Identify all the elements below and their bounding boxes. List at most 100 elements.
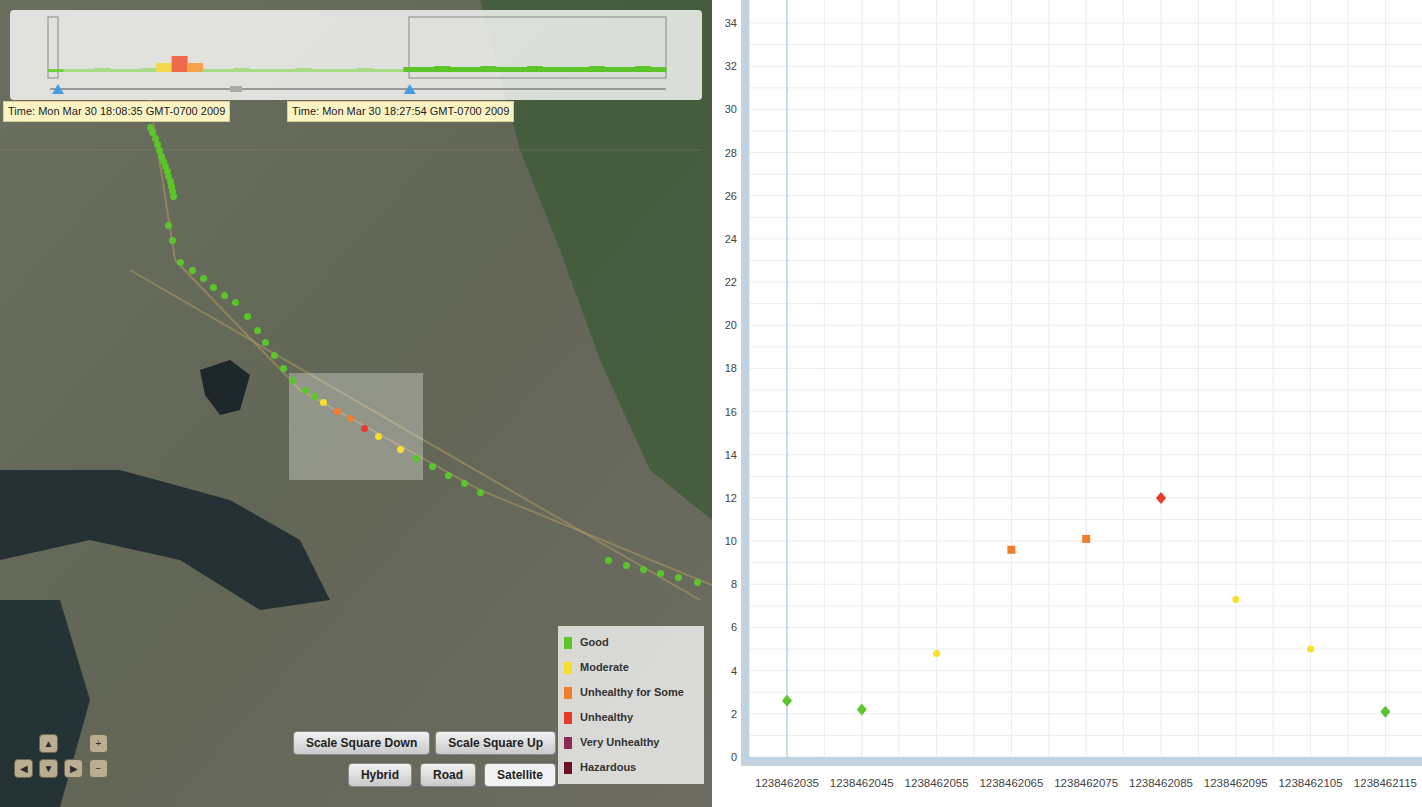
route-point[interactable] xyxy=(397,446,404,453)
route-point[interactable] xyxy=(623,562,630,569)
route-point[interactable] xyxy=(347,415,354,422)
data-point[interactable] xyxy=(1082,535,1090,543)
y-tick: 30 xyxy=(725,103,737,115)
data-point[interactable] xyxy=(782,695,792,707)
route-point[interactable] xyxy=(361,425,368,432)
legend-swatch xyxy=(564,712,572,724)
time-label: Time: Mon Mar 30 18:27:54 GMT-0700 2009 xyxy=(287,101,514,122)
route-point[interactable] xyxy=(334,408,341,415)
route-point[interactable] xyxy=(221,292,228,299)
data-point[interactable] xyxy=(857,704,867,716)
route-point[interactable] xyxy=(170,193,177,200)
pan-right-button[interactable]: ▶ xyxy=(64,759,83,778)
data-point[interactable] xyxy=(1380,706,1390,718)
legend-item: Unhealthy for Some xyxy=(558,680,704,705)
y-tick: 8 xyxy=(731,578,737,590)
x-tick: 1238462105 xyxy=(1279,777,1343,789)
route-point[interactable] xyxy=(177,259,184,266)
route-point[interactable] xyxy=(311,393,318,400)
y-tick: 24 xyxy=(725,233,737,245)
timeline-panel xyxy=(10,10,702,100)
route-point[interactable] xyxy=(640,566,647,573)
y-tick: 22 xyxy=(725,276,737,288)
legend-swatch xyxy=(564,762,572,774)
legend-swatch xyxy=(564,637,572,649)
route-point[interactable] xyxy=(675,574,682,581)
legend-item: Unhealthy xyxy=(558,705,704,730)
legend-item: Hazardous xyxy=(558,755,704,780)
x-tick: 1238462045 xyxy=(830,777,894,789)
route-point[interactable] xyxy=(169,237,176,244)
route-point[interactable] xyxy=(657,570,664,577)
nav-controls: ▲ + ◀ ▼ ▶− xyxy=(14,734,108,778)
map-type-button[interactable]: Road xyxy=(420,763,476,787)
route-point[interactable] xyxy=(445,472,452,479)
map-buttons: Scale Square DownScale Square UpHybridRo… xyxy=(300,731,556,787)
time-label: Time: Mon Mar 30 18:08:35 GMT-0700 2009 xyxy=(3,101,230,122)
route-point[interactable] xyxy=(200,275,207,282)
route-point[interactable] xyxy=(694,579,701,586)
route-point[interactable] xyxy=(605,557,612,564)
data-point[interactable] xyxy=(933,650,940,657)
aqi-chart: 0246810121416182022242628303234123846203… xyxy=(712,0,1422,807)
scale-button[interactable]: Scale Square Down xyxy=(293,731,430,755)
route-point[interactable] xyxy=(210,284,217,291)
route-point[interactable] xyxy=(320,399,327,406)
route-point[interactable] xyxy=(271,352,278,359)
x-tick: 1238462085 xyxy=(1129,777,1193,789)
data-point[interactable] xyxy=(1232,596,1239,603)
y-tick: 28 xyxy=(725,147,737,159)
data-point[interactable] xyxy=(1007,546,1015,554)
route-point[interactable] xyxy=(461,480,468,487)
selection-square[interactable] xyxy=(289,373,423,480)
route-point[interactable] xyxy=(280,365,287,372)
map-type-button[interactable]: Hybrid xyxy=(348,763,412,787)
zoom-out-button[interactable]: − xyxy=(89,759,108,778)
overview-chart xyxy=(10,10,702,100)
y-tick: 26 xyxy=(725,190,737,202)
app: Time: Mon Mar 30 18:08:35 GMT-0700 2009 T… xyxy=(0,0,1422,807)
route-point[interactable] xyxy=(165,222,172,229)
y-tick: 0 xyxy=(731,751,737,763)
scale-button[interactable]: Scale Square Up xyxy=(435,731,556,755)
x-axis xyxy=(741,757,1422,766)
route-point[interactable] xyxy=(477,489,484,496)
route-point[interactable] xyxy=(244,313,251,320)
legend-item: Very Unhealthy xyxy=(558,730,704,755)
y-tick: 20 xyxy=(725,319,737,331)
x-tick: 1238462095 xyxy=(1204,777,1268,789)
zoom-in-button[interactable]: + xyxy=(89,734,108,753)
y-tick: 2 xyxy=(731,708,737,720)
pan-up-button[interactable]: ▲ xyxy=(39,734,58,753)
route-point[interactable] xyxy=(413,455,420,462)
pan-down-button[interactable]: ▼ xyxy=(39,759,58,778)
map-panel[interactable]: Time: Mon Mar 30 18:08:35 GMT-0700 2009 T… xyxy=(0,0,712,807)
y-tick: 10 xyxy=(725,535,737,547)
cursor-line[interactable] xyxy=(787,0,788,757)
y-tick: 12 xyxy=(725,492,737,504)
map-type-button[interactable]: Satellite xyxy=(484,763,556,787)
x-tick: 1238462075 xyxy=(1054,777,1118,789)
legend-swatch xyxy=(564,662,572,674)
y-tick: 4 xyxy=(731,665,737,677)
route-point[interactable] xyxy=(375,433,382,440)
route-point[interactable] xyxy=(262,339,269,346)
route-point[interactable] xyxy=(189,267,196,274)
chart-panel: 0246810121416182022242628303234123846203… xyxy=(712,0,1422,807)
route-point[interactable] xyxy=(429,463,436,470)
route-point[interactable] xyxy=(232,299,239,306)
pan-left-button[interactable]: ◀ xyxy=(14,759,33,778)
data-point[interactable] xyxy=(1156,492,1166,504)
y-axis xyxy=(741,0,749,766)
y-tick: 32 xyxy=(725,60,737,72)
route-point[interactable] xyxy=(289,377,296,384)
y-tick: 14 xyxy=(725,449,737,461)
x-tick: 1238462035 xyxy=(755,777,819,789)
route-point[interactable] xyxy=(302,387,309,394)
legend: GoodModerateUnhealthy for SomeUnhealthyV… xyxy=(558,626,704,784)
data-point[interactable] xyxy=(1307,646,1314,653)
route-point[interactable] xyxy=(254,327,261,334)
y-tick: 16 xyxy=(725,406,737,418)
legend-item: Good xyxy=(558,630,704,655)
y-tick: 18 xyxy=(725,362,737,374)
